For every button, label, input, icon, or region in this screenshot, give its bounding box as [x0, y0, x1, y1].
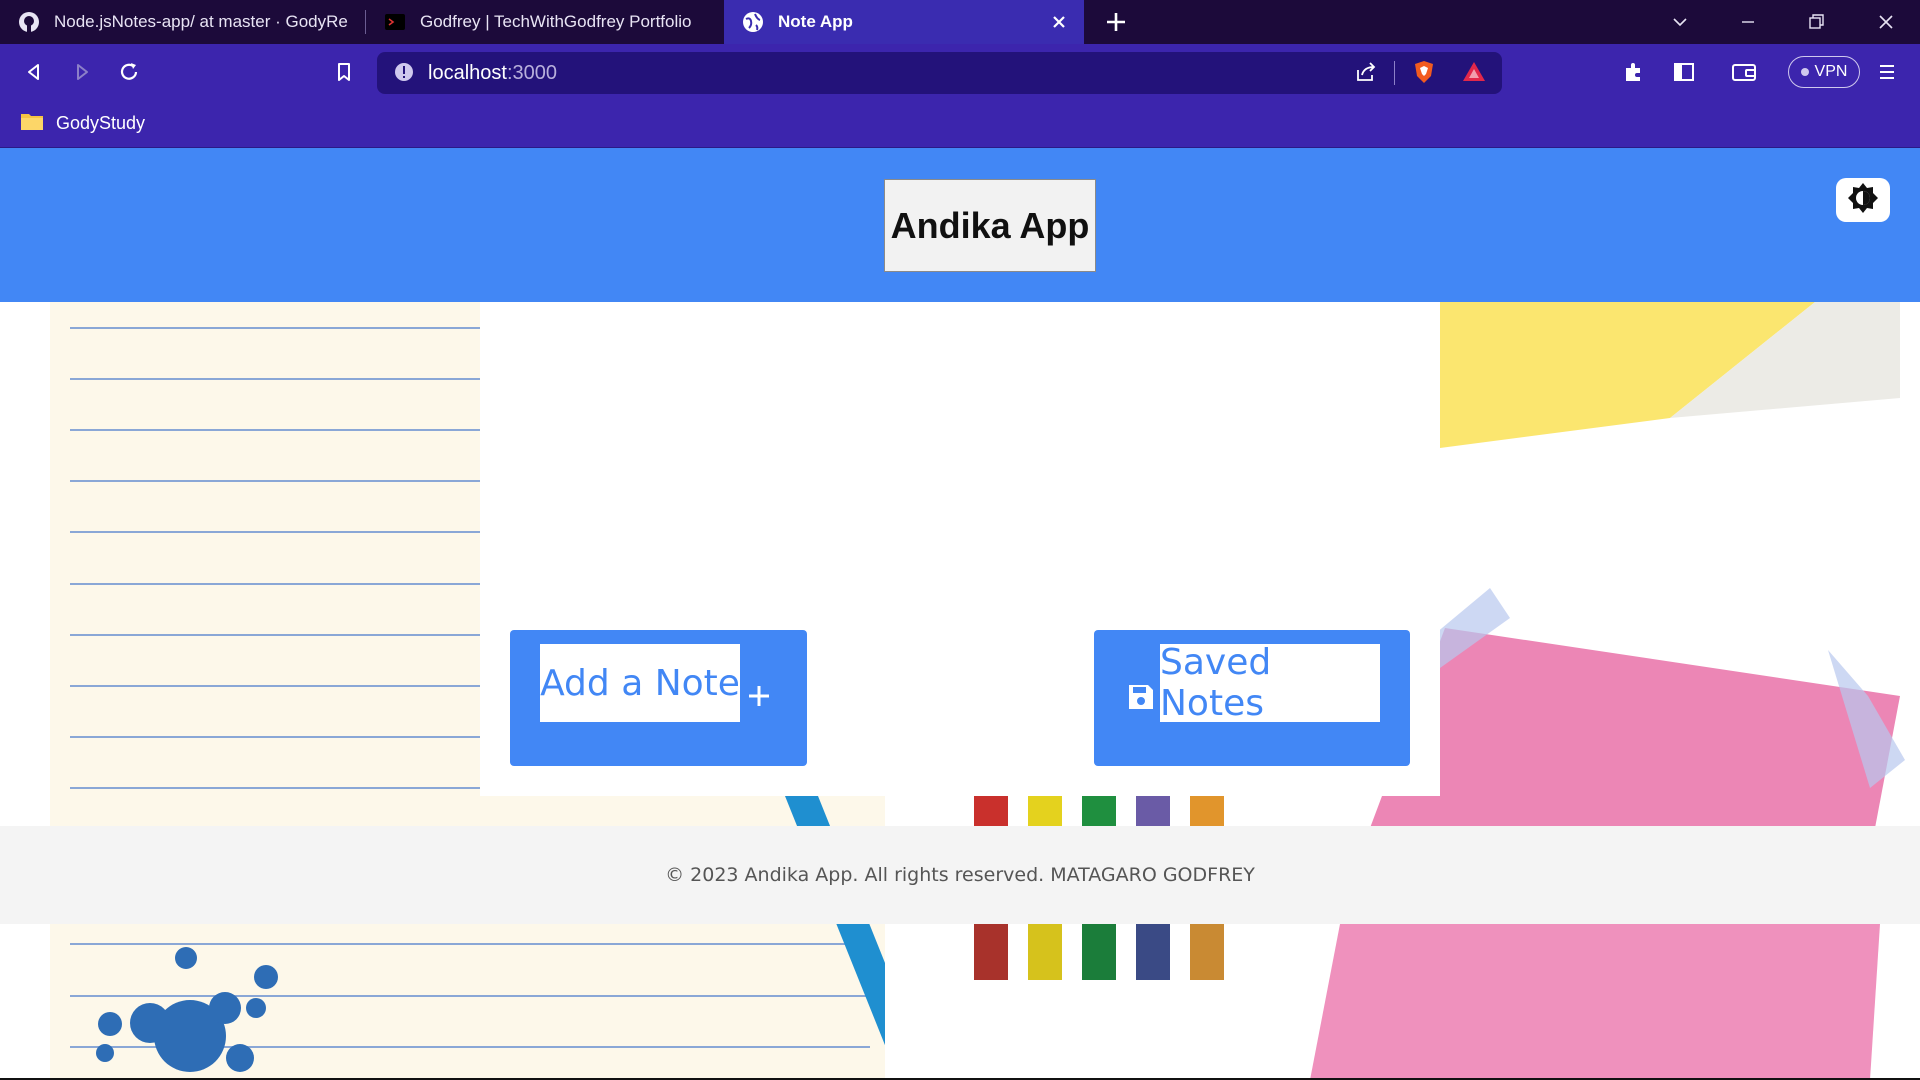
- bookmark-icon[interactable]: [330, 58, 358, 86]
- minimize-icon[interactable]: [1734, 8, 1762, 36]
- tab-github[interactable]: Node.jsNotes-app/ at master · GodyRe: [0, 0, 364, 44]
- browser-tab-strip: Node.jsNotes-app/ at master · GodyRe God…: [0, 0, 1920, 44]
- add-note-label: Add a Note: [540, 644, 740, 722]
- new-tab-icon[interactable]: [1104, 10, 1128, 34]
- app-header: Andika App: [0, 148, 1920, 302]
- reload-icon[interactable]: [115, 58, 143, 86]
- restore-icon[interactable]: [1802, 8, 1830, 36]
- bookmark-label: GodyStudy: [56, 112, 146, 133]
- page-footer: © 2023 Andika App. All rights reserved. …: [0, 826, 1920, 924]
- folder-icon: [20, 111, 44, 136]
- close-tab-icon[interactable]: [1048, 11, 1070, 33]
- globe-icon: [742, 11, 764, 33]
- back-icon[interactable]: [20, 58, 48, 86]
- bookmarks-bar: [0, 100, 1920, 148]
- extensions-icon[interactable]: [1620, 58, 1648, 86]
- tab-title: Note App: [778, 12, 853, 31]
- tab-note-app[interactable]: Note App: [724, 0, 1084, 44]
- brightness-icon: [1846, 181, 1880, 219]
- share-icon[interactable]: [1352, 58, 1380, 86]
- app-brand-title[interactable]: Andika App: [884, 179, 1096, 272]
- saved-notes-button[interactable]: Saved Notes: [1094, 630, 1410, 766]
- plus-icon: [745, 682, 773, 710]
- main-card: Add a Note Saved Notes: [480, 302, 1440, 796]
- menu-icon[interactable]: [1873, 58, 1901, 86]
- url-port: :3000: [506, 62, 557, 84]
- vpn-status-dot: [1800, 68, 1809, 76]
- tab-title: Node.jsNotes-app/ at master · GodyRe: [54, 12, 348, 31]
- url-host: localhost: [428, 62, 507, 84]
- terminal-icon: [384, 11, 406, 33]
- add-note-button[interactable]: Add a Note: [510, 630, 807, 766]
- saved-notes-label: Saved Notes: [1160, 642, 1380, 724]
- bookmark-godystudy[interactable]: GodyStudy: [20, 108, 145, 138]
- wallet-icon[interactable]: [1730, 58, 1758, 86]
- url-text[interactable]: localhost:3000: [428, 60, 557, 86]
- tab-portfolio[interactable]: Godfrey | TechWithGodfrey Portfolio: [366, 0, 722, 44]
- web-page: Andika App Add a Note Saved Notes © 2023…: [0, 148, 1920, 1080]
- github-icon: [18, 11, 40, 33]
- pink-sticky-note-bottom: [1310, 924, 1880, 1080]
- tab-title: Godfrey | TechWithGodfrey Portfolio: [420, 12, 692, 31]
- urlbar-divider: [1394, 61, 1395, 85]
- copyright-text: © 2023 Andika App. All rights reserved. …: [665, 864, 1255, 886]
- vpn-button[interactable]: VPN: [1788, 56, 1860, 88]
- brave-shields-icon[interactable]: [1410, 58, 1438, 86]
- close-window-icon[interactable]: [1872, 8, 1900, 36]
- brave-rewards-icon[interactable]: [1460, 58, 1488, 86]
- tab-search-chevron-icon[interactable]: [1666, 8, 1694, 36]
- theme-toggle-button[interactable]: [1836, 178, 1890, 222]
- sidebar-toggle-icon[interactable]: [1670, 58, 1698, 86]
- site-info-icon[interactable]: [390, 58, 418, 86]
- floppy-disk-icon: [1126, 682, 1156, 712]
- forward-icon[interactable]: [68, 58, 96, 86]
- vpn-label: VPN: [1814, 63, 1848, 80]
